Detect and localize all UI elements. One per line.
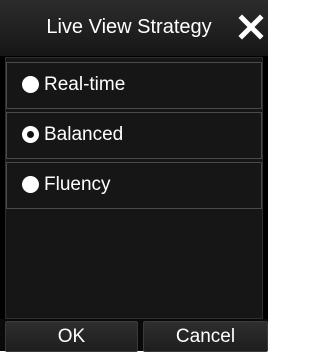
ok-button[interactable]: OK xyxy=(5,321,138,352)
option-label-balanced: Balanced xyxy=(44,124,124,145)
radio-button-balanced[interactable] xyxy=(22,126,39,143)
strategy-options-panel: Real-time Balanced Fluency xyxy=(5,57,263,319)
option-fluency[interactable]: Fluency xyxy=(6,162,262,209)
live-view-strategy-dialog: Live View Strategy Real-time Balanced Fl… xyxy=(0,0,268,352)
option-balanced[interactable]: Balanced xyxy=(6,112,262,159)
radio-button-fluency[interactable] xyxy=(22,176,39,193)
close-button[interactable] xyxy=(238,14,264,40)
radio-button-real-time[interactable] xyxy=(22,76,39,93)
option-label-real-time: Real-time xyxy=(44,74,126,95)
dialog-title: Live View Strategy xyxy=(46,16,212,38)
dialog-titlebar: Live View Strategy xyxy=(0,0,268,56)
close-x-icon xyxy=(238,14,264,40)
cancel-button[interactable]: Cancel xyxy=(143,321,268,352)
option-real-time[interactable]: Real-time xyxy=(6,62,262,109)
option-label-fluency: Fluency xyxy=(44,174,111,195)
dialog-footer: OK Cancel xyxy=(0,319,268,352)
